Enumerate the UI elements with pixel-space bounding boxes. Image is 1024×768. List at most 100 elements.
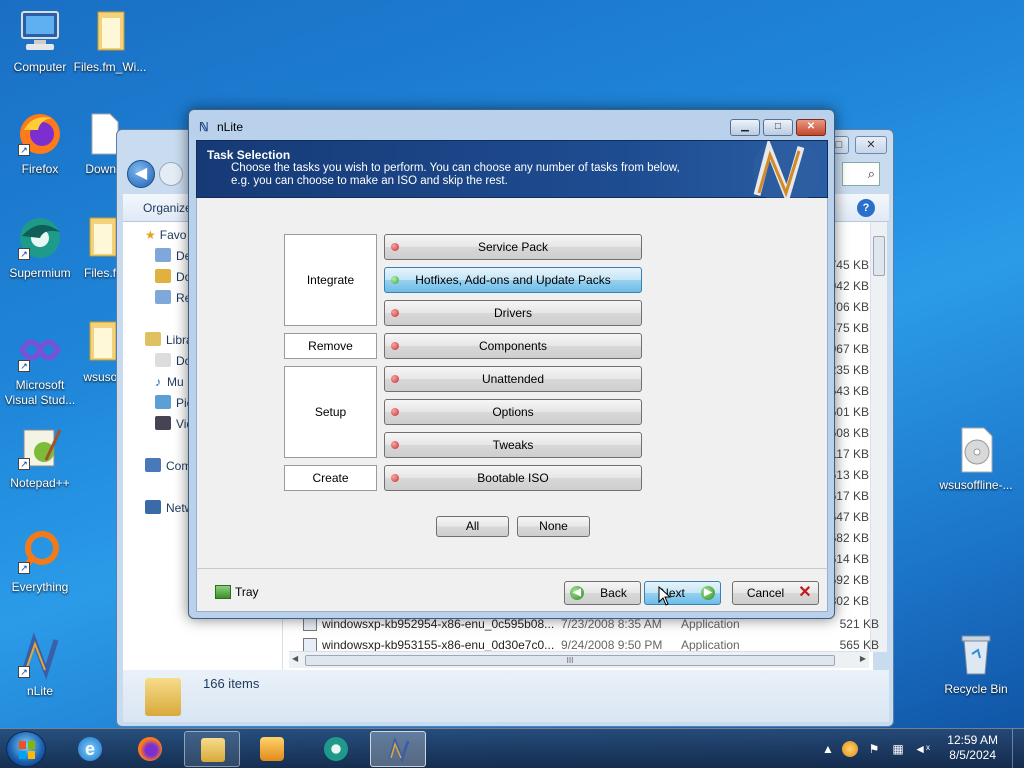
computer-icon <box>145 458 161 472</box>
scrollbar-thumb[interactable] <box>873 236 885 276</box>
windows-logo-icon <box>19 741 35 759</box>
folder-icon <box>201 738 225 762</box>
task-drivers-button[interactable]: Drivers <box>384 300 642 326</box>
nlite-logo-icon: ℕ <box>199 120 209 134</box>
recycle-bin-icon <box>952 630 1000 678</box>
volume-muted-icon[interactable]: ◄ˣ <box>914 741 930 757</box>
nav-favorites[interactable]: ★ Favo <box>145 225 186 245</box>
task-tweaks-button[interactable]: Tweaks <box>384 432 642 458</box>
disc-image-icon <box>952 426 1000 474</box>
desktop-icon-notepadpp[interactable]: ↗ Notepad++ <box>0 424 80 491</box>
forward-arrow-icon[interactable] <box>159 162 183 186</box>
explorer-close-button[interactable]: ✕ <box>855 136 887 154</box>
desktop-icon-everything[interactable]: ↗ Everything <box>0 528 80 595</box>
taskbar-supermium[interactable] <box>308 731 364 767</box>
nav-music[interactable]: ♪ Mu <box>155 372 184 392</box>
star-icon: ★ <box>145 228 156 242</box>
tray-button[interactable]: Tray <box>215 585 259 599</box>
scrollbar-thumb[interactable]: III <box>305 655 835 666</box>
group-remove: Remove <box>284 333 377 359</box>
status-dot-icon <box>391 441 399 449</box>
folder-icon <box>86 8 134 56</box>
action-center-flag-icon[interactable]: ⚑ <box>866 741 882 757</box>
desktop-icon-recycle-bin[interactable]: Recycle Bin <box>936 630 1016 697</box>
back-arrow-icon: ◀ <box>570 586 584 600</box>
scroll-left-icon[interactable]: ◀ <box>292 654 298 663</box>
close-button[interactable]: ✕ <box>796 119 826 136</box>
nav-libraries[interactable]: Libra <box>145 330 193 350</box>
cancel-button[interactable]: Cancel ✕ <box>732 581 819 605</box>
back-arrow-icon[interactable]: ◀ <box>127 160 155 188</box>
supermium-icon: ↗ <box>16 214 64 262</box>
select-none-button[interactable]: None <box>517 516 590 537</box>
taskbar-clock[interactable]: 12:59 AM 8/5/2024 <box>947 733 998 763</box>
maximize-button[interactable]: □ <box>763 119 793 136</box>
status-dot-icon <box>391 474 399 482</box>
documents-icon <box>155 353 171 367</box>
nav-network[interactable]: Netw <box>145 498 193 518</box>
taskbar-internet-explorer[interactable]: e <box>62 731 118 767</box>
libraries-icon <box>145 332 161 346</box>
internet-explorer-icon: e <box>78 737 102 761</box>
task-selection-header: Task Selection Choose the tasks you wish… <box>196 137 828 206</box>
task-components-button[interactable]: Components <box>384 333 642 359</box>
start-button[interactable] <box>6 731 46 767</box>
taskbar-nlite[interactable] <box>370 731 426 767</box>
minimize-button[interactable]: ▁ <box>730 119 760 136</box>
desktop-icon-nlite[interactable]: ↗ nLite <box>0 632 80 699</box>
videos-icon <box>155 416 171 430</box>
task-unattended-button[interactable]: Unattended <box>384 366 642 392</box>
everything-icon: ↗ <box>16 528 64 576</box>
horizontal-scrollbar[interactable]: ◀ III ▶ <box>289 651 869 668</box>
clock-time: 12:59 AM <box>947 733 998 747</box>
wizard-footer: Tray ◀ Back Next ▶ Cancel ✕ <box>196 568 828 612</box>
nlite-window[interactable]: ℕnLite ▁ □ ✕ Task Selection Choose the t… <box>188 109 835 619</box>
taskbar-firefox[interactable] <box>122 731 178 767</box>
task-hotfixes-button[interactable]: Hotfixes, Add-ons and Update Packs <box>384 267 642 293</box>
back-button[interactable]: ◀ Back <box>564 581 641 605</box>
network-tray-icon[interactable]: ▦ <box>890 741 906 757</box>
desktop-icon <box>155 248 171 262</box>
task-options-button[interactable]: Options <box>384 399 642 425</box>
status-dot-icon <box>391 243 399 251</box>
task-bootable-iso-button[interactable]: Bootable ISO <box>384 465 642 491</box>
header-title: Task Selection <box>207 148 291 162</box>
nav-recent[interactable]: Re <box>155 288 191 308</box>
folder-icon <box>145 678 181 716</box>
search-input[interactable]: ⌕ <box>842 162 880 186</box>
media-player-icon <box>260 737 284 761</box>
nlite-icon: ↗ <box>16 632 64 680</box>
select-all-button[interactable]: All <box>436 516 509 537</box>
item-count: 166 items <box>203 676 260 691</box>
show-hidden-icons-icon[interactable]: ▲ <box>820 741 836 757</box>
group-setup: Setup <box>284 366 377 458</box>
downloads-icon <box>155 269 171 283</box>
nav-documents[interactable]: Do <box>155 351 191 371</box>
taskbar-media-player[interactable] <box>244 731 300 767</box>
group-integrate: Integrate <box>284 234 377 326</box>
show-desktop-button[interactable] <box>1012 729 1024 768</box>
vertical-scrollbar[interactable] <box>870 222 887 652</box>
organize-menu[interactable]: Organize <box>143 201 192 215</box>
next-button[interactable]: Next ▶ <box>644 581 721 605</box>
status-dot-icon <box>391 375 399 383</box>
taskbar-explorer[interactable] <box>184 731 240 767</box>
nav-downloads[interactable]: Do <box>155 267 191 287</box>
desktop-icon-files-fm[interactable]: Files.fm_Wi... <box>70 8 150 75</box>
nav-desktop[interactable]: De <box>155 246 191 266</box>
application-file-icon <box>303 638 317 652</box>
group-create: Create <box>284 465 377 491</box>
nlite-titlebar[interactable]: ℕnLite <box>199 120 243 134</box>
desktop-icon-wsusoffline-iso[interactable]: wsusoffline-... <box>936 426 1016 493</box>
task-service-pack-button[interactable]: Service Pack <box>384 234 642 260</box>
update-tray-icon[interactable] <box>842 741 858 757</box>
status-dot-icon <box>391 276 399 284</box>
scroll-right-icon[interactable]: ▶ <box>860 654 866 663</box>
status-dot-icon <box>391 408 399 416</box>
tray-icon <box>215 585 231 599</box>
notepadpp-icon: ↗ <box>16 424 64 472</box>
desktop-icon-computer[interactable]: Computer <box>0 8 80 75</box>
help-icon[interactable]: ? <box>857 199 875 217</box>
firefox-icon <box>138 737 162 761</box>
nav-computer[interactable]: Com <box>145 456 191 476</box>
